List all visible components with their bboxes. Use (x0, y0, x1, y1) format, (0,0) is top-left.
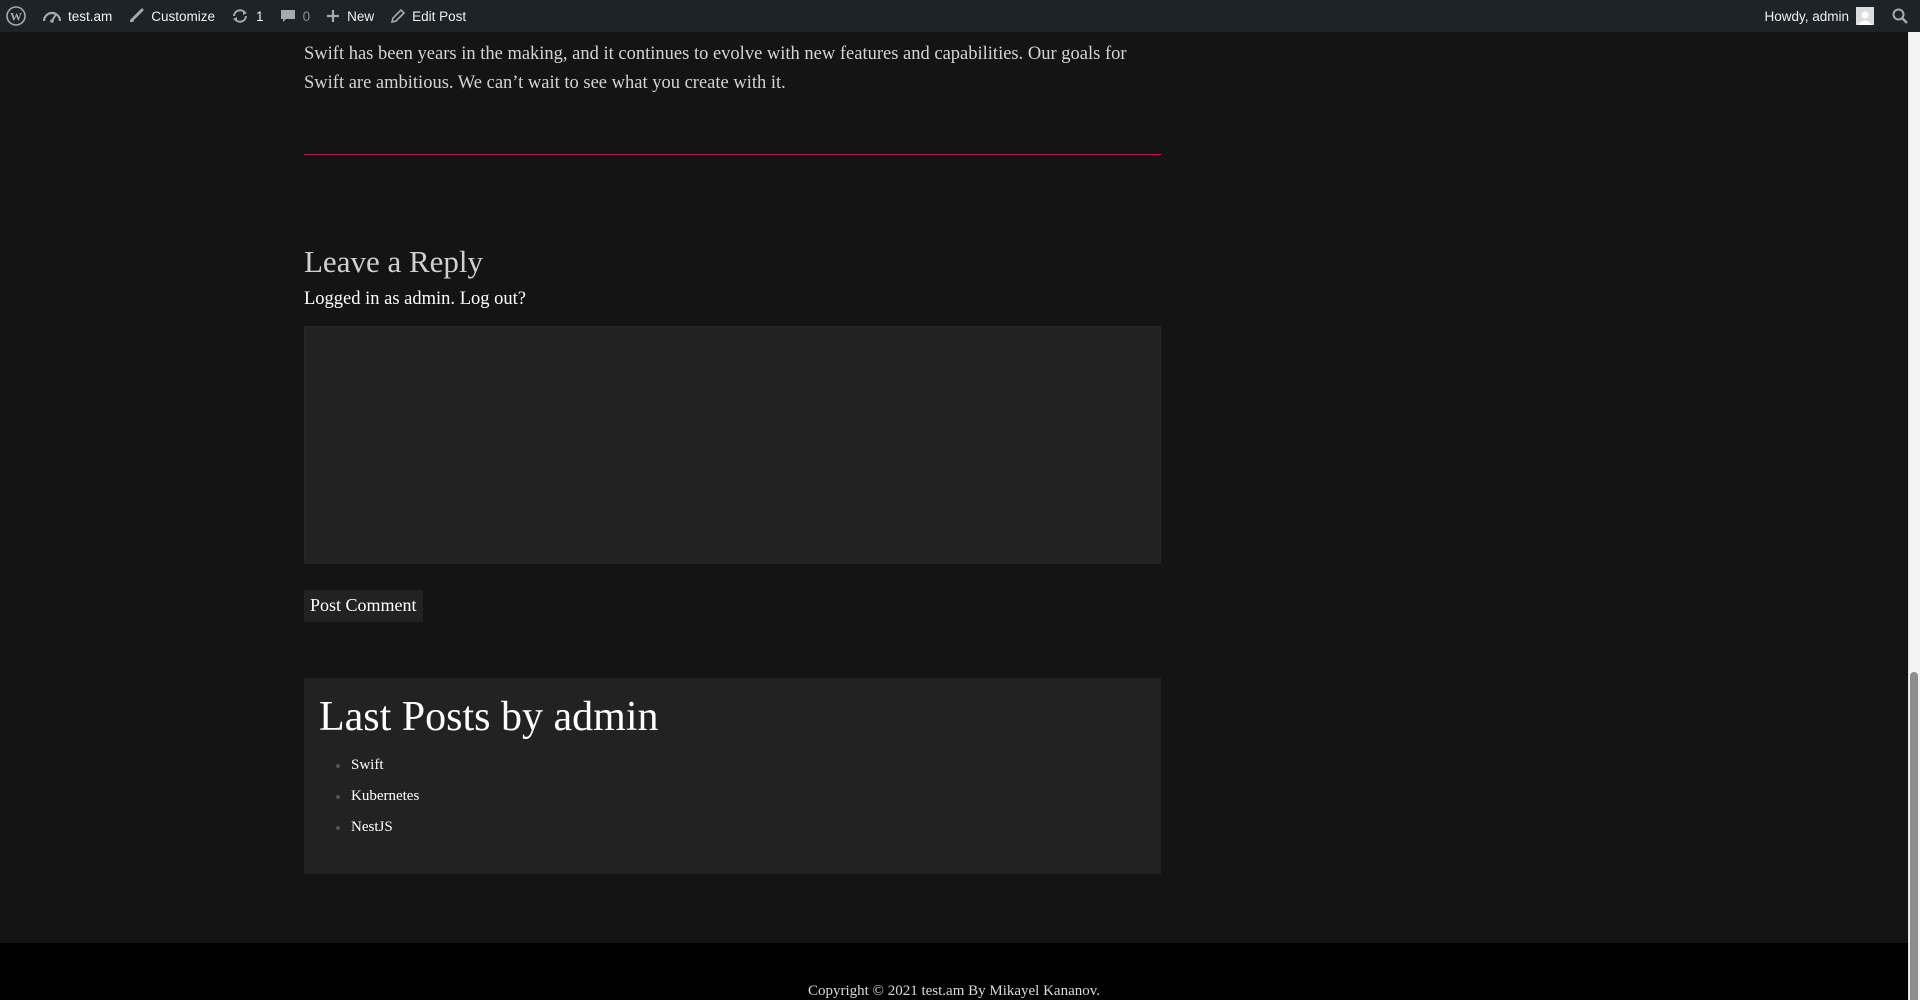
comments-count: 0 (302, 8, 311, 24)
post-link-nestjs[interactable]: NestJS (351, 820, 393, 835)
last-posts-list: Swift Kubernetes NestJS (319, 758, 1146, 835)
post-paragraph: Swift has been years in the making, and … (304, 44, 1127, 93)
site-footer: Copyright © 2021 test.am By Mikayel Kana… (0, 943, 1908, 1000)
updates-link[interactable]: 1 (223, 0, 272, 32)
reply-title: Leave a Reply (304, 244, 484, 279)
post-link-kubernetes[interactable]: Kubernetes (351, 789, 419, 804)
logout-link[interactable]: Log out? (460, 289, 526, 309)
pencil-icon (390, 8, 406, 24)
list-item: Swift (336, 758, 1146, 773)
paintbrush-icon (128, 8, 144, 24)
bullet-icon (336, 763, 340, 768)
scrollbar-thumb[interactable] (1910, 672, 1918, 1000)
list-item: NestJS (336, 820, 1146, 835)
customize-label: Customize (151, 8, 216, 24)
wordpress-logo-button[interactable]: W (0, 0, 35, 32)
new-content-menu[interactable]: New (318, 0, 382, 32)
comment-bubble-icon (280, 8, 296, 24)
edit-post-link[interactable]: Edit Post (382, 0, 474, 32)
list-item: Kubernetes (336, 789, 1146, 804)
avatar (1856, 7, 1874, 25)
updates-icon (231, 8, 249, 24)
search-icon (1892, 8, 1908, 24)
main-content: Swift has been years in the making, and … (304, 32, 1161, 875)
howdy-label: Howdy, admin (1764, 8, 1849, 24)
comments-link[interactable]: 0 (272, 0, 319, 32)
updates-count: 1 (256, 8, 264, 24)
my-account-menu[interactable]: Howdy, admin (1756, 0, 1882, 32)
bullet-icon (336, 825, 340, 830)
site-name-menu[interactable]: test.am (35, 0, 120, 32)
post-link-swift[interactable]: Swift (351, 758, 384, 773)
search-toggle[interactable] (1882, 0, 1920, 32)
page-scrollbar[interactable] (1908, 32, 1920, 1000)
new-label: New (347, 8, 375, 24)
admin-bar-left: W test.am Customize 1 0 New Edit Post (0, 0, 474, 32)
plus-icon (326, 9, 340, 23)
comment-textarea[interactable] (304, 326, 1161, 565)
site-name: test.am (68, 8, 113, 24)
wordpress-icon: W (6, 6, 26, 26)
last-posts-title: Last Posts by admin (319, 694, 659, 741)
copyright-text: Copyright © 2021 test.am By Mikayel Kana… (807, 983, 1101, 999)
customize-link[interactable]: Customize (120, 0, 223, 32)
post-comment-button[interactable]: Post Comment (304, 590, 423, 623)
admin-bar: W test.am Customize 1 0 New Edit Post Ho… (0, 0, 1920, 32)
bullet-icon (336, 794, 340, 799)
logged-in-line: Logged in as admin. Log out? (304, 289, 1161, 310)
dashboard-icon (43, 9, 61, 23)
logged-in-text: Logged in as admin. (304, 289, 456, 310)
edit-post-label: Edit Post (412, 8, 467, 24)
admin-bar-right: Howdy, admin (1756, 0, 1920, 32)
svg-text:W: W (10, 10, 22, 24)
last-posts-widget: Last Posts by admin Swift Kubernetes Nes… (304, 678, 1161, 875)
post-separator (304, 154, 1161, 155)
